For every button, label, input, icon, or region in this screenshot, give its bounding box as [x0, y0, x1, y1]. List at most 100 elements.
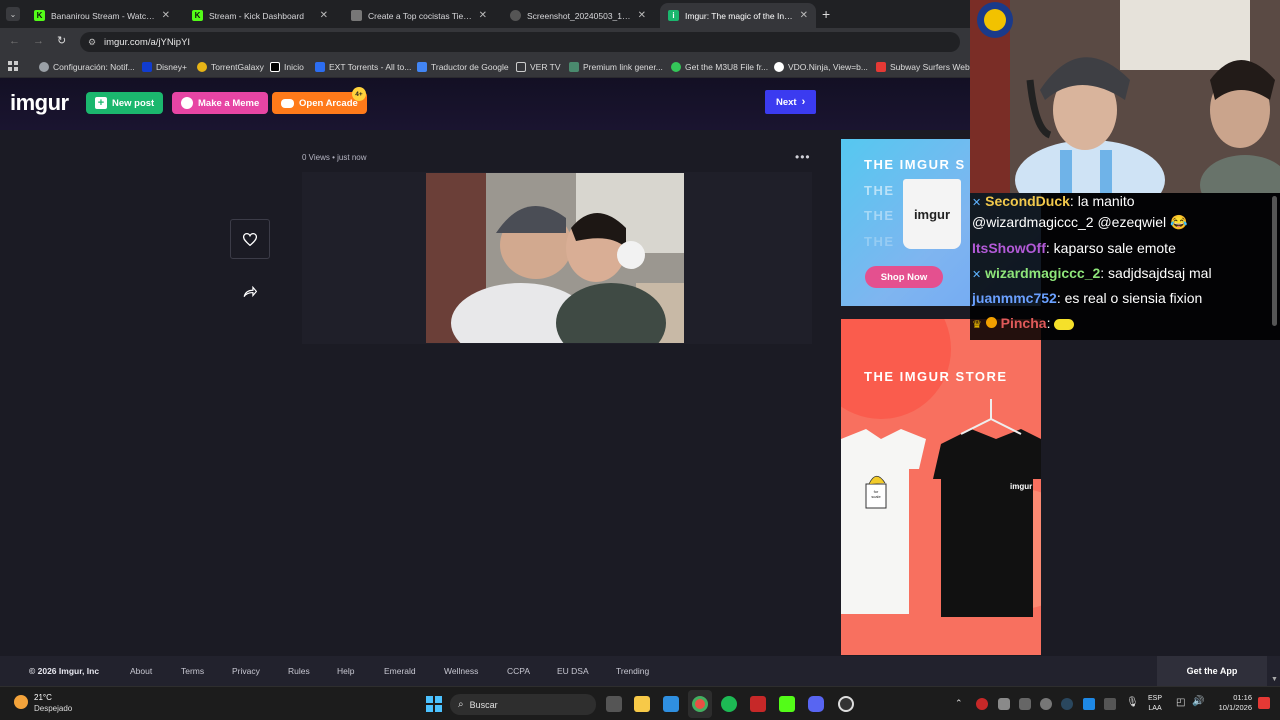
- tray-app-icon[interactable]: [1083, 698, 1095, 710]
- tierlist-favicon-icon: [351, 10, 362, 21]
- browser-tab[interactable]: K Bananirou Stream - Watch Live ✕: [26, 3, 178, 28]
- tray-app-icon[interactable]: [1040, 698, 1052, 710]
- volume-icon[interactable]: 🔊: [1192, 696, 1204, 707]
- bookmark-label: Inicio: [284, 62, 304, 72]
- browser-tab[interactable]: Screenshot_20240503_155733 ✕: [502, 3, 654, 28]
- footer-link-trending[interactable]: Trending: [616, 666, 649, 676]
- bookmark-label: VER TV: [530, 62, 561, 72]
- plus-icon: +: [95, 97, 107, 109]
- microphone-icon[interactable]: 🎙: [1126, 697, 1139, 708]
- spotify-icon[interactable]: [721, 696, 737, 712]
- apps-grid-icon[interactable]: [8, 61, 18, 71]
- bookmark-item[interactable]: Get the M3U8 File fr...: [671, 60, 768, 74]
- windows-start-icon[interactable]: [426, 696, 442, 712]
- chat-message: ♛ Pincha:: [972, 315, 1075, 331]
- tray-app-icon[interactable]: [1019, 698, 1031, 710]
- browser-tab-active[interactable]: i Imgur: The magic of the Interne ✕: [660, 3, 816, 28]
- footer-link-terms[interactable]: Terms: [181, 666, 204, 676]
- language-indicator[interactable]: ESP LAA: [1148, 694, 1162, 714]
- footer-link-ccpa[interactable]: CCPA: [507, 666, 530, 676]
- page-scrollbar[interactable]: [1272, 196, 1277, 326]
- ad-title: THE IMGUR S: [864, 157, 966, 172]
- footer-link-wellness[interactable]: Wellness: [444, 666, 478, 676]
- get-app-button[interactable]: Get the App: [1157, 656, 1267, 686]
- shop-now-button[interactable]: Shop Now: [865, 266, 943, 288]
- bookmark-item[interactable]: Premium link gener...: [569, 60, 663, 74]
- imgur-logo[interactable]: imgur: [10, 90, 69, 116]
- reload-icon[interactable]: ↻: [57, 34, 66, 47]
- bookmark-item[interactable]: Subway Surfers Web: [876, 60, 970, 74]
- footer-link-emerald[interactable]: Emerald: [384, 666, 416, 676]
- more-options-icon[interactable]: •••: [795, 150, 811, 164]
- tab-search-menu-icon[interactable]: ⌄: [6, 7, 20, 21]
- shop-now-label: Shop Now: [880, 271, 928, 283]
- tshirts-image: [841, 399, 1041, 617]
- scroll-down-icon[interactable]: ▼: [1271, 676, 1278, 683]
- obs-icon[interactable]: [838, 696, 854, 712]
- bookmark-item[interactable]: VDO.Ninja, View=b...: [774, 60, 868, 74]
- steam-icon[interactable]: [1061, 698, 1073, 710]
- footer-link-rules[interactable]: Rules: [288, 666, 310, 676]
- footer-link-about[interactable]: About: [130, 666, 152, 676]
- next-button[interactable]: Next ›: [765, 90, 817, 114]
- address-bar[interactable]: ⚙ imgur.com/a/jYNipYI: [80, 32, 960, 52]
- imgur-store-ad-shirts[interactable]: THE IMGUR STORE for scale imgur: [841, 319, 1041, 655]
- footer-link-privacy[interactable]: Privacy: [232, 666, 260, 676]
- search-placeholder: Buscar: [469, 699, 498, 710]
- share-button[interactable]: [240, 282, 260, 302]
- tab-close-icon[interactable]: ✕: [320, 10, 328, 21]
- footer-link-help[interactable]: Help: [337, 666, 354, 676]
- tray-app-icon[interactable]: [976, 698, 988, 710]
- imgur-header: imgur + New post Make a Meme Open Arcade…: [0, 78, 970, 130]
- bookmark-item[interactable]: EXT Torrents - All to...: [315, 60, 411, 74]
- back-icon[interactable]: ←: [9, 35, 20, 47]
- tray-app-icon[interactable]: [1104, 698, 1116, 710]
- url-text: imgur.com/a/jYNipYI: [104, 36, 191, 48]
- copyright-text: © 2026 Imgur, Inc: [29, 666, 100, 676]
- site-info-icon[interactable]: ⚙: [88, 37, 96, 48]
- new-post-button[interactable]: + New post: [86, 92, 164, 114]
- favorite-button[interactable]: [230, 219, 270, 259]
- post-image[interactable]: [426, 173, 684, 343]
- bookmark-item[interactable]: Disney+: [142, 60, 187, 74]
- bookmark-item[interactable]: VER TV: [516, 60, 561, 74]
- post-meta: 0 Views • just now: [302, 153, 367, 162]
- clock[interactable]: 01:16 10/1/2026: [1210, 693, 1252, 713]
- taskbar-search[interactable]: ⌕ Buscar: [450, 694, 596, 715]
- tab-close-icon[interactable]: ✕: [162, 10, 170, 21]
- browser-tab[interactable]: K Stream - Kick Dashboard ✕: [184, 3, 336, 28]
- chat-message: @wizardmagiccc_2 @ezeqwiel 😂: [972, 214, 1187, 231]
- bookmark-item[interactable]: Traductor de Google: [417, 60, 509, 74]
- new-tab-button[interactable]: +: [822, 6, 830, 22]
- bookmark-item[interactable]: Inicio: [270, 60, 304, 74]
- tab-close-icon[interactable]: ✕: [479, 10, 487, 21]
- notifications-icon[interactable]: [1258, 697, 1270, 709]
- tray-chevron-icon[interactable]: ⌃: [955, 698, 963, 709]
- bookmark-label: EXT Torrents - All to...: [329, 62, 412, 72]
- file-explorer-icon[interactable]: [634, 696, 650, 712]
- bookmark-item[interactable]: Configuración: Notif...: [39, 60, 135, 74]
- ms-store-icon[interactable]: [663, 696, 679, 712]
- google-translate-icon: [417, 62, 427, 72]
- folder-icon: [516, 62, 526, 72]
- discord-icon[interactable]: [808, 696, 824, 712]
- video-editor-icon[interactable]: [750, 696, 766, 712]
- meme-face-icon: [181, 97, 193, 109]
- globe-favicon-icon: [510, 10, 521, 21]
- task-view-icon[interactable]: [606, 696, 622, 712]
- make-meme-button[interactable]: Make a Meme: [172, 92, 269, 114]
- forward-icon[interactable]: →: [33, 35, 44, 47]
- ad-title: THE: [864, 183, 895, 198]
- tab-close-icon[interactable]: ✕: [800, 10, 808, 21]
- vdo-ninja-icon: [774, 62, 784, 72]
- tray-app-icon[interactable]: [998, 698, 1010, 710]
- bookmark-item[interactable]: TorrentGalaxy: [197, 60, 264, 74]
- browser-tab[interactable]: Create a Top cocistas Tier List - ✕: [343, 3, 495, 28]
- chat-text: : kaparso sale emote: [1045, 240, 1176, 256]
- network-icon[interactable]: ◰: [1176, 697, 1185, 708]
- weather-widget[interactable]: 21°C Despejado: [14, 692, 94, 716]
- kick-app-icon[interactable]: [779, 696, 795, 712]
- open-arcade-label: Open Arcade: [299, 97, 358, 109]
- footer-link-eu-dsa[interactable]: EU DSA: [557, 666, 589, 676]
- tab-close-icon[interactable]: ✕: [638, 10, 646, 21]
